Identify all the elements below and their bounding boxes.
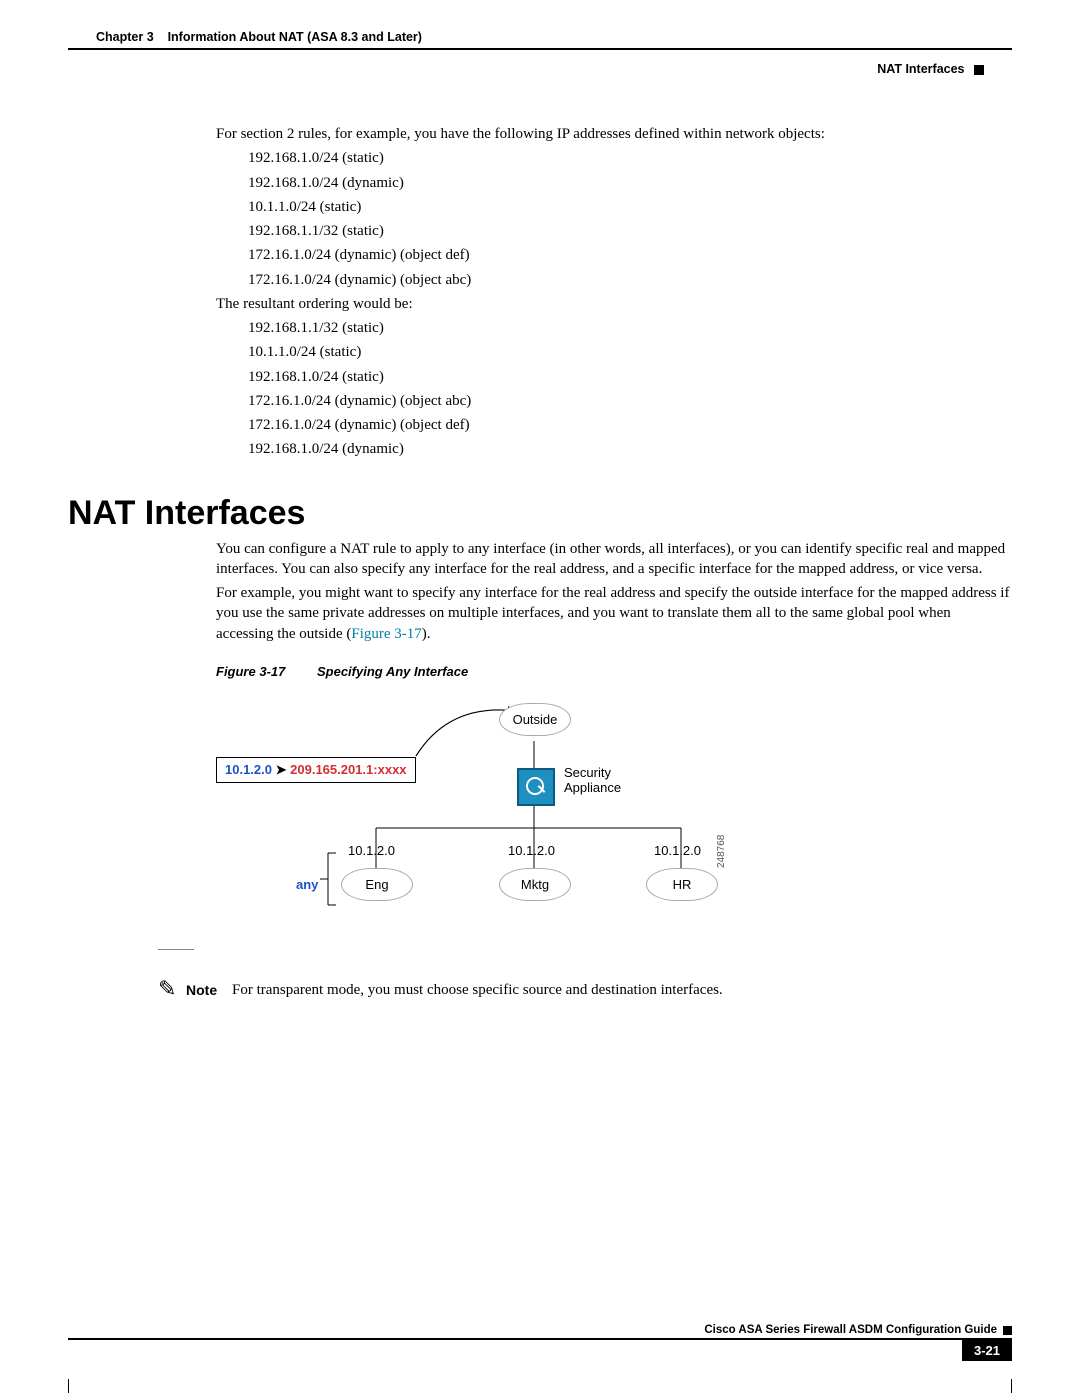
nat-mapped-ip: 209.165.201.1:xxxx <box>290 762 406 777</box>
header-left: Chapter 3 Information About NAT (ASA 8.3… <box>68 30 1012 44</box>
list1-item: 192.168.1.0/24 (dynamic) <box>216 173 1012 193</box>
header-rule <box>68 48 1012 50</box>
crop-marks <box>68 1379 1012 1393</box>
list2-item: 10.1.1.0/24 (static) <box>216 342 1012 362</box>
section-p1: You can configure a NAT rule to apply to… <box>216 539 1012 580</box>
header-right: NAT Interfaces <box>68 62 1012 76</box>
chapter-number: Chapter 3 <box>96 30 154 44</box>
figure-diagram: 10.1.2.0 ➤ 209.165.201.1:xxxx Outside Se… <box>216 693 836 923</box>
page-number: 3-21 <box>962 1340 1012 1361</box>
ip-label-3: 10.1.2.0 <box>654 843 701 858</box>
ip-label-1: 10.1.2.0 <box>348 843 395 858</box>
cloud-hr: HR <box>646 868 718 901</box>
security-appliance-label: SecurityAppliance <box>564 765 621 795</box>
pencil-icon: ✎ <box>158 978 186 1000</box>
list2-item: 172.16.1.0/24 (dynamic) (object def) <box>216 415 1012 435</box>
note-row: ✎ Note For transparent mode, you must ch… <box>158 978 1012 1000</box>
list2-item: 192.168.1.0/24 (static) <box>216 367 1012 387</box>
figure-caption: Figure 3-17 Specifying Any Interface <box>216 664 1012 679</box>
intro-paragraph: For section 2 rules, for example, you ha… <box>216 124 1012 144</box>
note-label: Note <box>186 978 232 998</box>
page: Chapter 3 Information About NAT (ASA 8.3… <box>0 0 1080 1397</box>
result-paragraph: The resultant ordering would be: <box>216 294 1012 314</box>
figure-id: 248768 <box>716 834 727 867</box>
header-square-icon <box>974 65 984 75</box>
section-p2: For example, you might want to specify a… <box>216 583 1012 644</box>
footer: Cisco ASA Series Firewall ASDM Configura… <box>68 1324 1012 1361</box>
figure-number: Figure 3-17 <box>216 664 285 679</box>
section-heading: NAT Interfaces <box>68 494 1012 533</box>
section-p2a: For example, you might want to specify a… <box>216 585 1009 642</box>
chapter-title: Information About NAT (ASA 8.3 and Later… <box>168 30 422 44</box>
list2-item: 192.168.1.0/24 (dynamic) <box>216 439 1012 459</box>
arrow-icon: ➤ <box>276 762 291 777</box>
list1-item: 172.16.1.0/24 (dynamic) (object def) <box>216 245 1012 265</box>
nat-source-ip: 10.1.2.0 <box>225 762 272 777</box>
list1-item: 172.16.1.0/24 (dynamic) (object abc) <box>216 270 1012 290</box>
figure-title: Specifying Any Interface <box>317 664 468 679</box>
list1-item: 10.1.1.0/24 (static) <box>216 197 1012 217</box>
cloud-outside: Outside <box>499 703 571 736</box>
ip-label-2: 10.1.2.0 <box>508 843 555 858</box>
figure-ref-link[interactable]: Figure 3-17 <box>351 626 421 642</box>
section-title: NAT Interfaces <box>877 62 964 76</box>
list1-item: 192.168.1.0/24 (static) <box>216 148 1012 168</box>
section-p2b: ). <box>422 626 431 642</box>
content: For section 2 rules, for example, you ha… <box>216 80 1012 1000</box>
note-text: For transparent mode, you must choose sp… <box>232 978 723 999</box>
note-top-rule <box>158 949 194 950</box>
list2-item: 192.168.1.1/32 (static) <box>216 318 1012 338</box>
nat-translation-box: 10.1.2.0 ➤ 209.165.201.1:xxxx <box>216 757 416 783</box>
footer-square-icon <box>1003 1326 1012 1335</box>
list1-item: 192.168.1.1/32 (static) <box>216 221 1012 241</box>
any-label: any <box>296 877 318 892</box>
cloud-eng: Eng <box>341 868 413 901</box>
footer-guide-title: Cisco ASA Series Firewall ASDM Configura… <box>704 1324 997 1336</box>
cloud-mktg: Mktg <box>499 868 571 901</box>
list2-item: 172.16.1.0/24 (dynamic) (object abc) <box>216 391 1012 411</box>
firewall-icon <box>517 768 555 806</box>
